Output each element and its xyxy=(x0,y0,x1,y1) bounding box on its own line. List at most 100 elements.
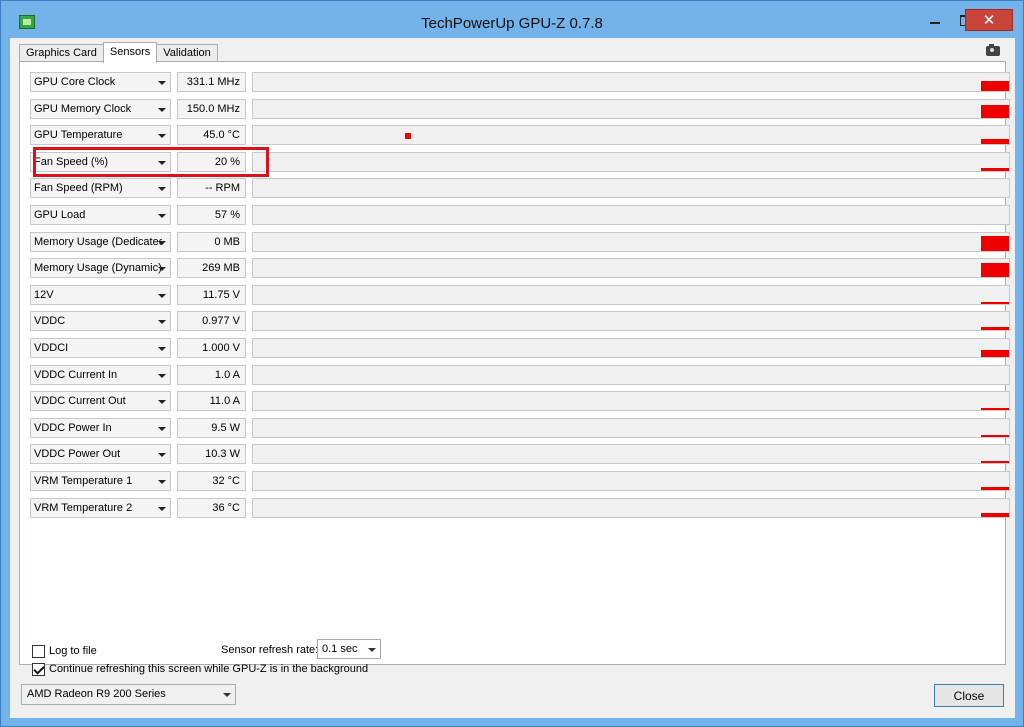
sensor-row: GPU Memory Clock 150.0 MHz xyxy=(30,98,1010,119)
camera-icon[interactable] xyxy=(986,44,1000,56)
background-refresh-checkbox[interactable] xyxy=(32,662,45,676)
sensor-value: 0 MB xyxy=(177,231,246,252)
chevron-down-icon xyxy=(158,400,166,405)
sensor-graph[interactable] xyxy=(252,471,1010,491)
sensor-name-select[interactable]: VDDC Current Out xyxy=(30,391,171,412)
chevron-down-icon xyxy=(158,506,166,511)
sensor-value: 0.977 V xyxy=(177,311,246,332)
minimize-button[interactable] xyxy=(919,9,951,31)
window-title: TechPowerUp GPU-Z 0.7.8 xyxy=(421,15,603,32)
background-refresh-option[interactable]: Continue refreshing this screen while GP… xyxy=(32,662,368,676)
sensor-value: 45.0 °C xyxy=(177,125,246,146)
sensor-name-select[interactable]: Memory Usage (Dedicated) xyxy=(30,231,171,252)
sensor-name-label: VDDC Power Out xyxy=(34,448,121,461)
sensor-row: 12V 11.75 V xyxy=(30,284,1010,305)
tab-validation[interactable]: Validation xyxy=(156,44,218,62)
sensors-panel: GPU Core Clock 331.1 MHz GPU Memory Clock 1… xyxy=(19,61,1010,665)
sensor-name-select[interactable]: VRM Temperature 1 xyxy=(30,471,171,491)
sensor-name-select[interactable]: GPU Load xyxy=(30,205,171,225)
graph-point xyxy=(405,133,411,140)
sensor-value: 57 % xyxy=(177,205,246,225)
sensor-name-select[interactable]: Memory Usage (Dynamic) xyxy=(30,258,171,279)
sensor-row: VRM Temperature 1 32 °C xyxy=(30,471,1010,491)
tab-graphics-card[interactable]: Graphics Card xyxy=(19,44,104,62)
close-button[interactable]: Close xyxy=(934,684,1004,707)
sensor-row: VDDC 0.977 V xyxy=(30,311,1010,332)
sensor-row: Fan Speed (RPM) -- RPM xyxy=(30,178,1010,199)
tab-sensors[interactable]: Sensors xyxy=(102,42,158,63)
sensor-row: Memory Usage (Dynamic) 269 MB xyxy=(30,258,1010,279)
graph-bar xyxy=(981,263,1009,278)
chevron-down-icon xyxy=(158,426,166,431)
refresh-rate-value: 0.1 sec xyxy=(322,643,358,655)
sensor-name-label: GPU Load xyxy=(34,209,86,221)
sensor-row: GPU Core Clock 331.1 MHz xyxy=(30,72,1010,92)
sensor-graph[interactable] xyxy=(252,72,1010,92)
sensor-graph[interactable] xyxy=(252,151,1010,172)
sensor-row: Fan Speed (%) 20 % xyxy=(30,151,1010,172)
sensor-graph[interactable] xyxy=(252,284,1010,305)
sensor-graph[interactable] xyxy=(252,391,1010,412)
graph-bar xyxy=(981,81,1009,91)
sensor-graph[interactable] xyxy=(252,178,1010,199)
refresh-rate-select[interactable]: 0.1 sec xyxy=(317,639,381,659)
sensor-name-label: VDDCI xyxy=(34,342,69,354)
sensor-value: 20 % xyxy=(177,151,246,172)
sensor-graph[interactable] xyxy=(252,417,1010,438)
chevron-down-icon xyxy=(158,373,166,378)
close-window-button[interactable]: ✕ xyxy=(965,9,1013,31)
sensor-name-select[interactable]: GPU Temperature xyxy=(30,125,171,146)
sensor-name-select[interactable]: VDDC Power In xyxy=(30,417,171,438)
sensor-value: -- RPM xyxy=(177,178,246,199)
sensor-name-select[interactable]: VDDC Power Out xyxy=(30,444,171,465)
sensor-row: VRM Temperature 2 36 °C xyxy=(30,497,1010,518)
sensor-name-select[interactable]: GPU Core Clock xyxy=(30,72,171,92)
chevron-down-icon xyxy=(158,81,166,85)
sensor-graph[interactable] xyxy=(252,98,1010,119)
sensor-name-select[interactable]: GPU Memory Clock xyxy=(30,98,171,119)
chevron-down-icon xyxy=(158,160,166,165)
sensor-name-select[interactable]: VDDCI xyxy=(30,338,171,358)
chevron-down-icon xyxy=(158,107,166,112)
sensor-name-label: GPU Temperature xyxy=(34,129,123,142)
sensor-name-label: VDDC Current Out xyxy=(34,395,126,408)
log-to-file-checkbox[interactable] xyxy=(32,644,45,658)
graph-bar xyxy=(981,487,1009,490)
sensor-name-label: Fan Speed (RPM) xyxy=(34,182,123,195)
chevron-down-icon xyxy=(158,453,166,458)
sensor-graph[interactable] xyxy=(252,125,1010,146)
sensor-name-select[interactable]: VRM Temperature 2 xyxy=(30,497,171,518)
sensor-name-label: VRM Temperature 2 xyxy=(34,501,133,514)
sensor-value: 1.0 A xyxy=(177,364,246,385)
sensor-name-label: Fan Speed (%) xyxy=(34,155,108,168)
sensor-name-select[interactable]: VDDC Current In xyxy=(30,364,171,385)
sensor-name-label: VDDC Current In xyxy=(34,368,118,381)
sensor-graph[interactable] xyxy=(252,444,1010,465)
sensor-graph[interactable] xyxy=(252,364,1010,385)
sensor-name-select[interactable]: 12V xyxy=(30,284,171,305)
gpuz-window: TechPowerUp GPU-Z 0.7.8 ✕ Graphics Card … xyxy=(0,0,1024,727)
sensor-graph[interactable] xyxy=(252,231,1010,252)
sensor-graph[interactable] xyxy=(252,338,1010,358)
sensor-name-select[interactable]: VDDC xyxy=(30,311,171,332)
sensor-name-select[interactable]: Fan Speed (RPM) xyxy=(30,178,171,199)
sensor-value: 269 MB xyxy=(177,258,246,279)
sensor-graph[interactable] xyxy=(252,258,1010,279)
chevron-down-icon xyxy=(158,134,166,139)
gpu-select-value: AMD Radeon R9 200 Series xyxy=(27,688,166,700)
client-area: Graphics Card Sensors Validation GPU Cor… xyxy=(10,38,1015,718)
gpu-select[interactable]: AMD Radeon R9 200 Series xyxy=(21,684,236,705)
sensor-row: VDDC Current In 1.0 A xyxy=(30,364,1010,385)
sensor-name-label: VDDC Power In xyxy=(34,421,112,434)
title-bar[interactable]: TechPowerUp GPU-Z 0.7.8 ✕ xyxy=(1,1,1023,41)
tab-strip: Graphics Card Sensors Validation xyxy=(19,42,218,63)
sensor-graph[interactable] xyxy=(252,205,1010,225)
sensor-name-label: GPU Core Clock xyxy=(34,76,116,88)
log-to-file-option[interactable]: Log to file xyxy=(32,644,97,658)
chevron-down-icon xyxy=(158,187,166,192)
graph-bar xyxy=(981,167,1009,171)
sensor-name-select[interactable]: Fan Speed (%) xyxy=(30,151,171,172)
background-refresh-label: Continue refreshing this screen while GP… xyxy=(49,663,369,675)
sensor-graph[interactable] xyxy=(252,311,1010,332)
sensor-graph[interactable] xyxy=(252,497,1010,518)
